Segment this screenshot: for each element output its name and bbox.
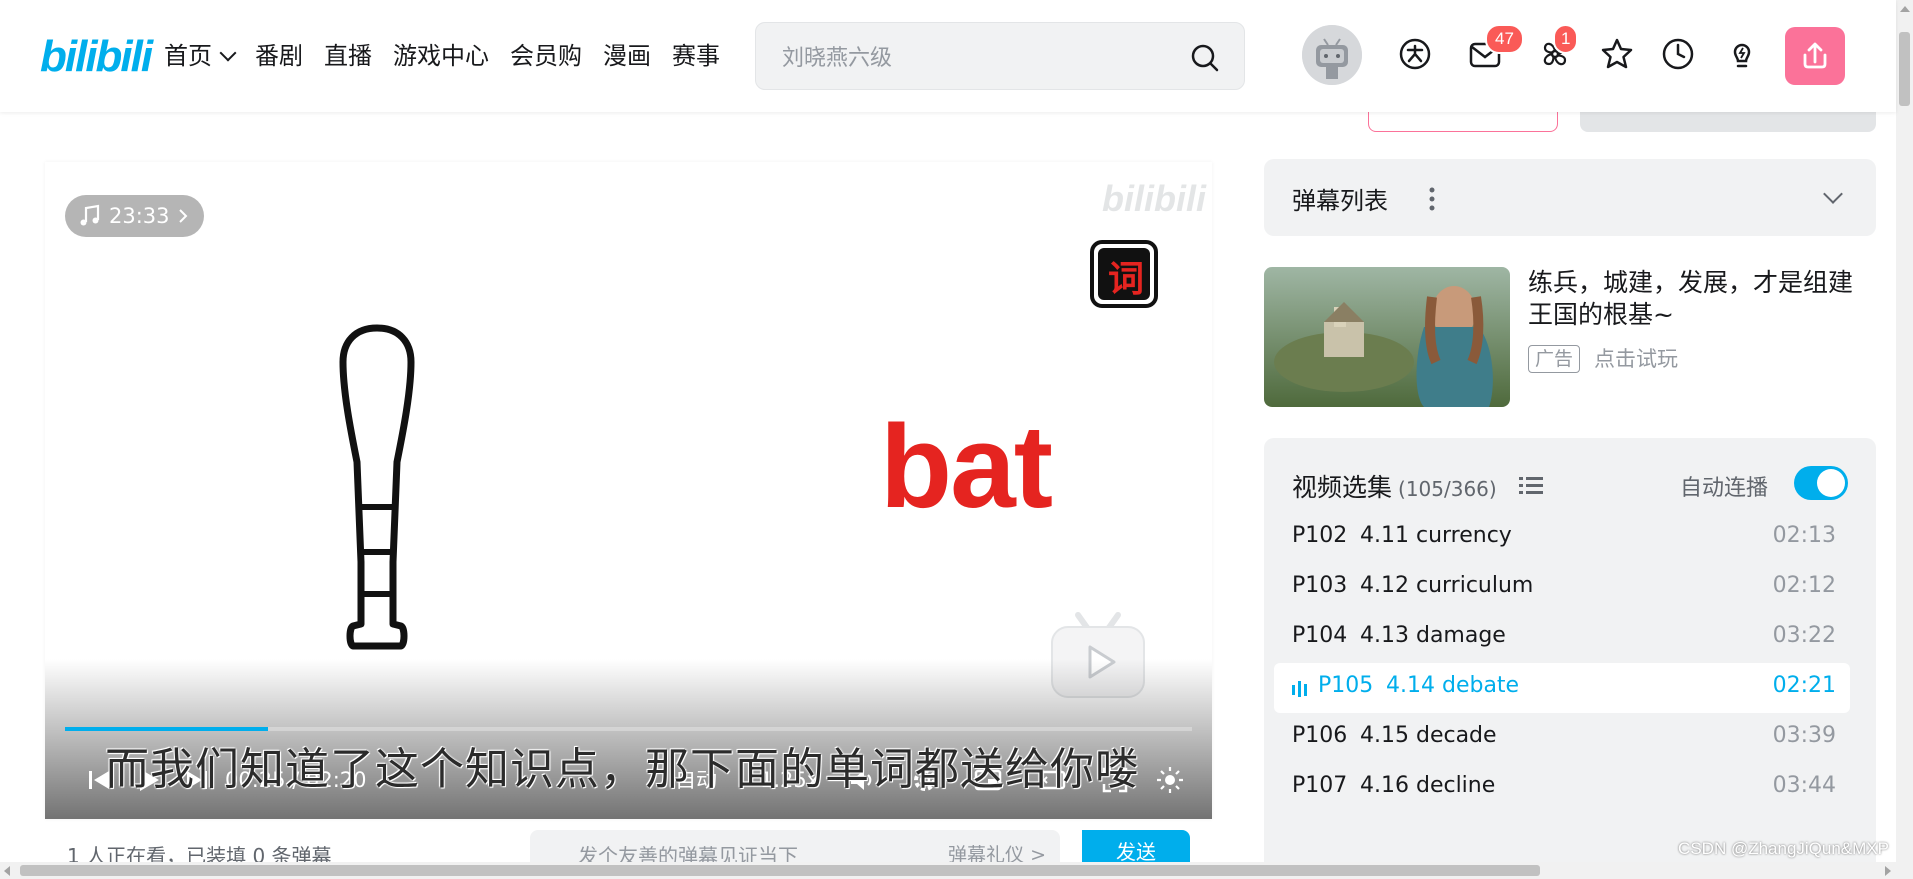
dynamic-badge: 1 (1553, 24, 1579, 54)
episode-code: P106 (1292, 723, 1348, 748)
music-duration: 23:33 (109, 204, 170, 228)
nav-esports[interactable]: 赛事 (672, 38, 720, 74)
upload-button[interactable] (1785, 27, 1845, 85)
chevron-down-icon[interactable] (1823, 184, 1843, 204)
episode-name: 4.13 damage (1360, 623, 1506, 648)
main-nav: 首页 番剧 直播 游戏中心 会员购 漫画 赛事 (164, 38, 741, 74)
episode-duration: 02:12 (1772, 573, 1836, 598)
list-view-icon[interactable] (1518, 474, 1544, 498)
chevron-down-icon (219, 44, 237, 62)
jiandanci-logo: 词 (1090, 240, 1158, 308)
toggle-knob (1817, 469, 1845, 497)
bilibili-watermark: bilibili (1102, 178, 1206, 219)
progress-fill (65, 727, 268, 731)
vertical-scrollbar[interactable] (1896, 0, 1913, 862)
vertical-scroll-thumb[interactable] (1899, 32, 1910, 106)
playlist-episode[interactable]: P105 4.14 debate 02:21 (1274, 663, 1850, 713)
playlist-episode[interactable]: P104 4.13 damage 03:22 (1274, 613, 1850, 663)
nav-live[interactable]: 直播 (324, 38, 372, 74)
search-icon[interactable] (1190, 43, 1220, 73)
episode-duration: 03:39 (1772, 723, 1836, 748)
video-playlist: 视频选集 (105/366) 自动连播 P102 4.11 currency 02:1… (1264, 438, 1876, 879)
ad-tag: 广告 (1528, 345, 1581, 373)
episode-duration: 03:44 (1772, 773, 1836, 798)
playlist-episode[interactable]: P107 4.16 decline 03:44 (1274, 763, 1850, 813)
episode-code: P105 (1318, 673, 1374, 698)
danmaku-list-title: 弹幕列表 (1292, 187, 1388, 215)
horizontal-scrollbar[interactable] (0, 862, 1913, 879)
scroll-up-arrow-icon[interactable] (1900, 6, 1910, 12)
history-clock-icon[interactable] (1658, 34, 1698, 74)
ad-title[interactable]: 练兵，城建，发展，才是组建王国的根基~ (1528, 267, 1873, 331)
lights-off-icon[interactable] (1155, 765, 1185, 795)
episode-name: 4.15 decade (1360, 723, 1497, 748)
episode-duration: 03:22 (1772, 623, 1836, 648)
episode-code: P102 (1292, 523, 1348, 548)
nav-game-center[interactable]: 游戏中心 (393, 38, 489, 74)
video-player[interactable]: 23:33 bilibili 词 bat 00:25 / 02:20 自动 1.… (45, 162, 1212, 819)
episode-name: 4.12 curriculum (1360, 573, 1534, 598)
playlist-episode[interactable]: P103 4.12 curriculum 02:12 (1274, 563, 1850, 613)
csdn-watermark: CSDN @ZhangJiQun&MXP (1678, 839, 1889, 858)
video-subtitle: 而我们知道了这个知识点，那下面的单词都送给你喽 (105, 744, 1140, 795)
baseball-bat-image (339, 324, 415, 650)
message-badge: 47 (1485, 24, 1524, 54)
episode-code: P104 (1292, 623, 1348, 648)
favorites-star-icon[interactable] (1597, 34, 1637, 74)
autoplay-next-label: 自动连播 (1679, 476, 1768, 501)
search-box (755, 22, 1245, 90)
episode-name: 4.14 debate (1386, 673, 1520, 698)
nav-home[interactable]: 首页 (164, 38, 237, 74)
playlist-episode[interactable]: P106 4.15 decade 03:39 (1274, 713, 1850, 763)
creation-bulb-icon[interactable] (1722, 34, 1762, 74)
episode-name: 4.11 currency (1360, 523, 1512, 548)
episode-code: P103 (1292, 573, 1348, 598)
progress-bar[interactable] (65, 727, 1192, 731)
avatar[interactable] (1302, 25, 1362, 85)
vocab-word: bat (880, 401, 1053, 533)
playlist-episode[interactable]: P102 4.11 currency 02:13 (1274, 513, 1850, 563)
episode-name: 4.16 decline (1360, 773, 1496, 798)
nav-manga[interactable]: 漫画 (603, 38, 651, 74)
music-note-icon (80, 204, 100, 226)
ad-card[interactable]: 练兵，城建，发展，才是组建王国的根基~ 广告 点击试玩 (1264, 267, 1876, 407)
episode-duration: 02:21 (1772, 673, 1836, 698)
more-dots-icon[interactable] (1428, 185, 1436, 213)
danmaku-list-panel[interactable]: 弹幕列表 (1264, 159, 1876, 236)
search-input[interactable] (780, 37, 1184, 79)
ad-image[interactable] (1264, 267, 1510, 407)
chevron-right-icon (178, 209, 187, 223)
bilibili-logo[interactable]: bilibili (40, 30, 153, 84)
now-playing-icon (1292, 681, 1307, 697)
episode-code: P107 (1292, 773, 1348, 798)
playlist-title: 视频选集 (105/366) (1292, 473, 1497, 502)
ad-try-link[interactable]: 点击试玩 (1594, 345, 1678, 373)
episode-duration: 02:13 (1772, 523, 1836, 548)
upload-icon (1803, 42, 1827, 69)
horizontal-scroll-thumb[interactable] (20, 865, 1540, 876)
scroll-right-arrow-icon[interactable] (1885, 866, 1891, 876)
autoplay-next-toggle[interactable] (1794, 466, 1848, 500)
top-header: bilibili 首页 番剧 直播 游戏中心 会员购 漫画 赛事 刘晓燕六级 4… (0, 0, 1896, 112)
nav-anime[interactable]: 番剧 (255, 38, 303, 74)
music-duration-pill[interactable]: 23:33 (65, 195, 204, 237)
nav-mall[interactable]: 会员购 (510, 38, 582, 74)
playlist-count: (105/366) (1398, 477, 1497, 501)
scroll-left-arrow-icon[interactable] (4, 866, 10, 876)
vip-icon[interactable] (1395, 34, 1435, 74)
